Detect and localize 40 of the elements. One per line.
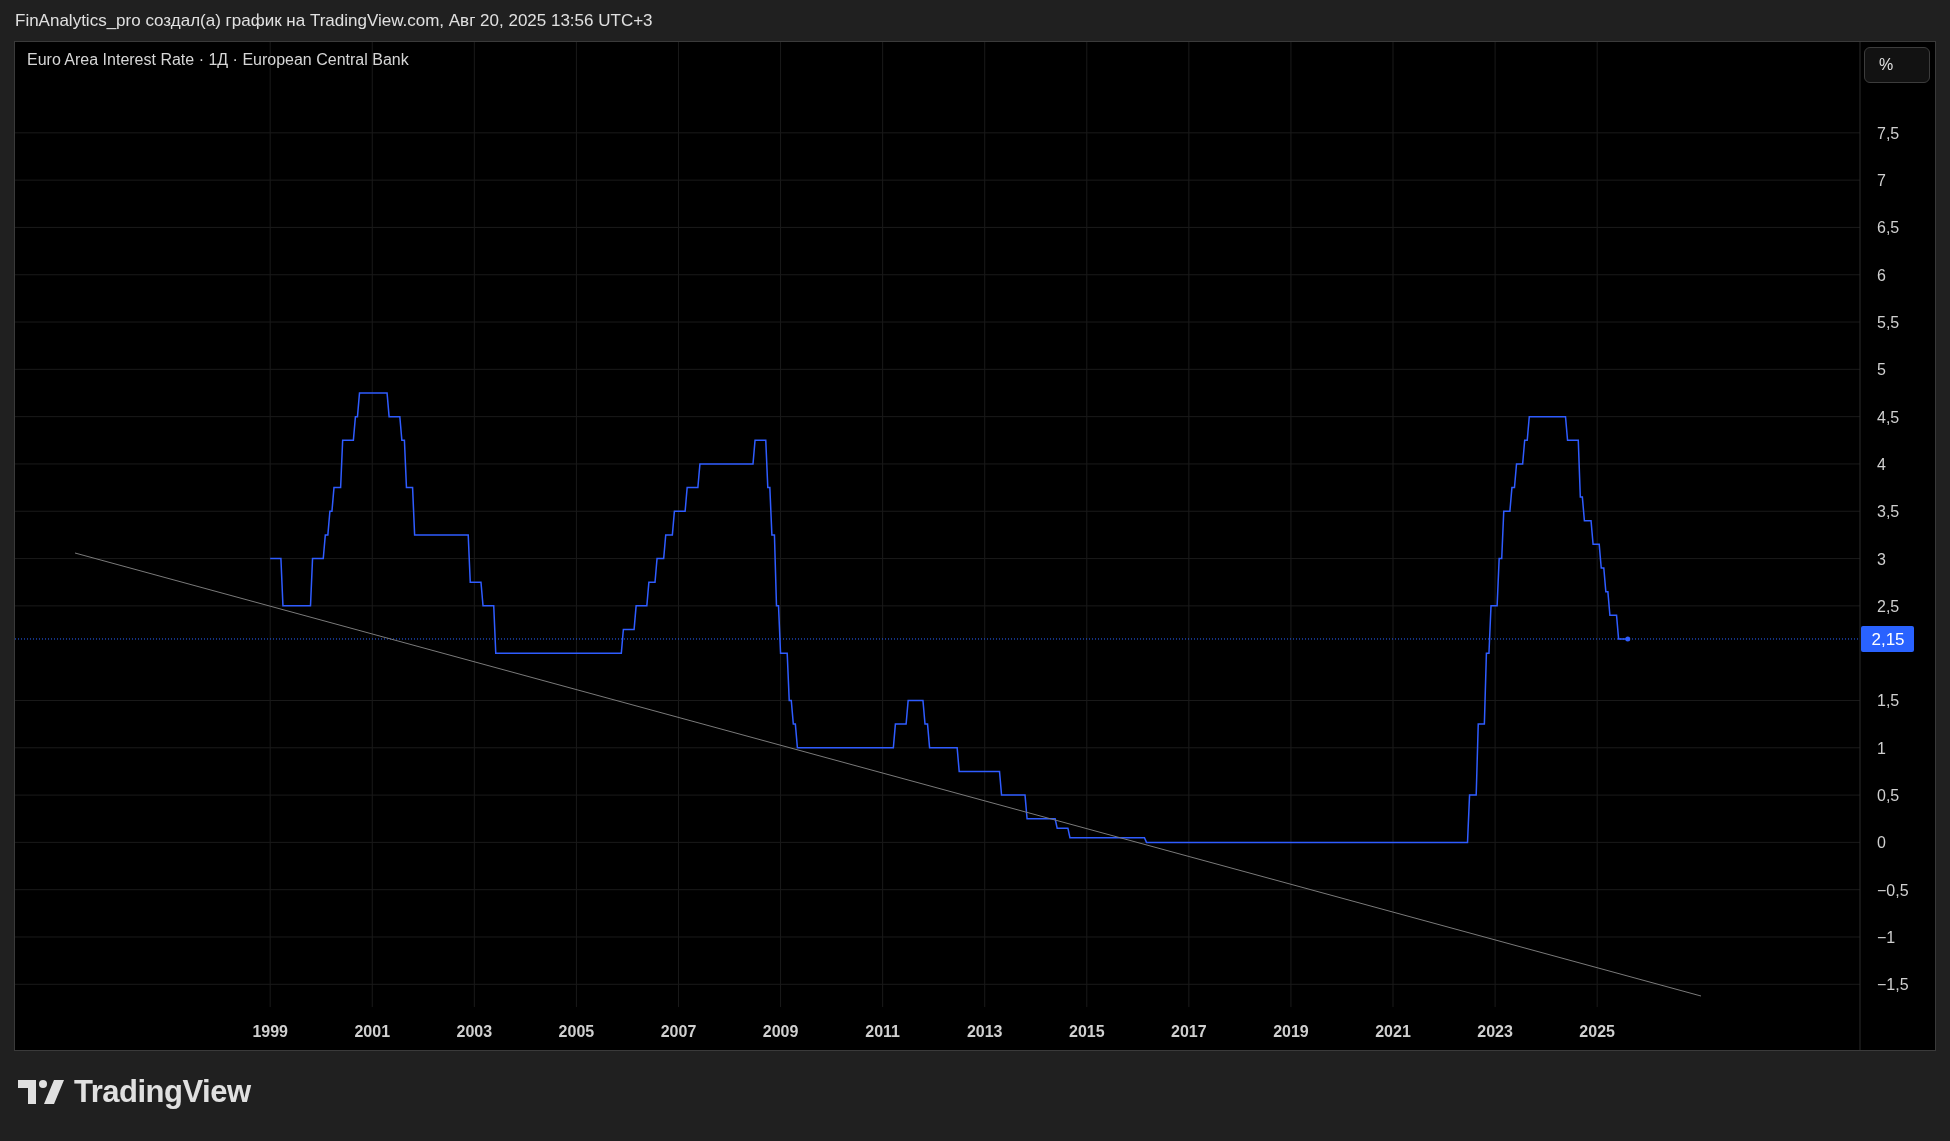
axis-label: 2011 [865,1023,900,1040]
logo-icon [18,1080,64,1104]
axis-label: 2009 [762,1023,799,1040]
ref-line-label: 2,15 [1871,629,1905,649]
axis-label: 0,5 [1877,787,1900,805]
axis-label: 2019 [1273,1023,1309,1040]
axis-label: 2,5 [1877,597,1900,615]
axis-label: 2017 [1171,1023,1207,1040]
axis-label: 2021 [1375,1023,1411,1040]
axis-label: 1999 [252,1023,288,1040]
axis-label: −1,5 [1877,976,1909,994]
axis-label: 2025 [1579,1023,1615,1040]
axis-label: −0,5 [1877,881,1909,899]
axis-label: 7 [1877,172,1886,190]
axis-label: 1,5 [1877,692,1900,710]
axis-label: 0 [1877,834,1886,852]
axis-label: 7,5 [1877,124,1900,142]
axis-label: 2005 [558,1023,595,1040]
axis-label: 5,5 [1877,314,1900,332]
axis-label: 2013 [966,1023,1003,1040]
axis-label: 2003 [456,1023,493,1040]
axis-label: 3 [1877,550,1886,568]
axis-label: 6 [1877,266,1886,284]
axis-label: 2007 [660,1023,697,1040]
axis-label: 2023 [1477,1023,1513,1040]
axis-label: 4 [1877,455,1886,473]
axis-label: 2015 [1069,1023,1105,1040]
axis-label: 3,5 [1877,503,1900,521]
header-caption: FinAnalytics_pro создал(а) график на TradingView.com, Авг 20, 2025 13:56 UTC+3 [15,11,653,30]
price-badge: 2,15 [1861,626,1914,652]
axis-label: 4,5 [1877,408,1900,426]
axis-label: 5 [1877,361,1886,379]
axis-label: 6,5 [1877,219,1900,237]
chart-legend: Euro Area Interest Rate · 1Д · European Central Bank [27,51,409,69]
unit-button[interactable]: % [1864,47,1930,83]
logo-text: TradingView [74,1074,251,1110]
last-point-dot [1625,636,1631,642]
axis-label: −1 [1877,929,1896,946]
axis-label: 2001 [354,1023,391,1040]
axis-label: 1 [1877,739,1886,757]
